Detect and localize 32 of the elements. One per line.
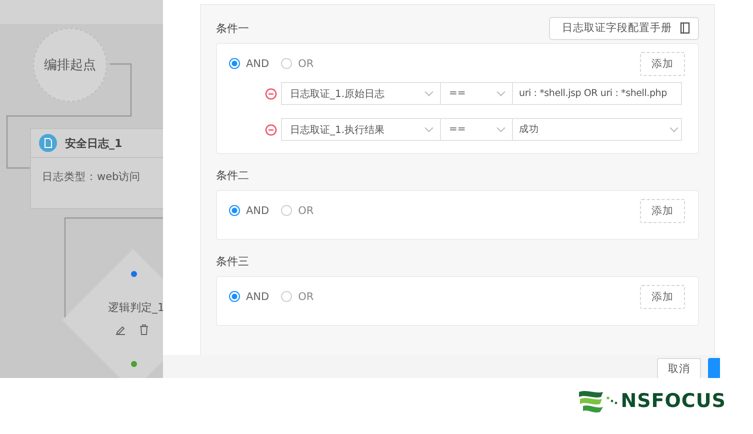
flag-logo-icon [576, 388, 619, 414]
log-node[interactable]: 安全日志_1 日志类型：web访问 [30, 128, 163, 209]
start-node[interactable]: 编排起点 [33, 28, 107, 102]
logic-radio[interactable]: AND [229, 58, 270, 70]
document-icon [39, 134, 57, 152]
logic-radio[interactable]: OR [281, 204, 314, 216]
operator-select[interactable]: == [440, 118, 513, 141]
edit-icon[interactable] [115, 324, 126, 335]
logic-radio[interactable]: OR [281, 290, 314, 302]
remove-icon[interactable] [265, 124, 277, 136]
value-field[interactable]: uri : *shell.jsp OR uri : *shell.php [512, 82, 682, 105]
delete-icon[interactable] [139, 324, 149, 335]
field-select[interactable]: 日志取证_1.原始日志 [281, 82, 441, 105]
book-icon [680, 22, 690, 34]
cancel-button[interactable]: 取消 [657, 358, 701, 378]
condition-title: 条件二 [216, 168, 249, 182]
node-detail: 日志类型：web访问 [41, 170, 142, 184]
add-button[interactable]: 添加 [640, 198, 685, 222]
add-button[interactable]: 添加 [640, 284, 685, 308]
logic-radio[interactable]: AND [229, 204, 270, 216]
remove-icon[interactable] [265, 88, 277, 100]
logic-radio[interactable]: AND [229, 290, 270, 302]
add-button[interactable]: 添加 [640, 52, 685, 76]
condition-title: 条件一 [216, 20, 249, 36]
brand-logo-text: NSFOCUS [620, 390, 726, 412]
logic-radio[interactable]: OR [281, 58, 314, 70]
manual-button[interactable]: 日志取证字段配置手册 [549, 16, 699, 40]
node-title: 安全日志_1 [65, 136, 122, 150]
value-select[interactable]: 成功 [512, 118, 682, 141]
operator-select[interactable]: == [440, 82, 513, 105]
field-select[interactable]: 日志取证_1.执行结果 [281, 118, 441, 141]
condition-title: 条件三 [216, 254, 249, 268]
